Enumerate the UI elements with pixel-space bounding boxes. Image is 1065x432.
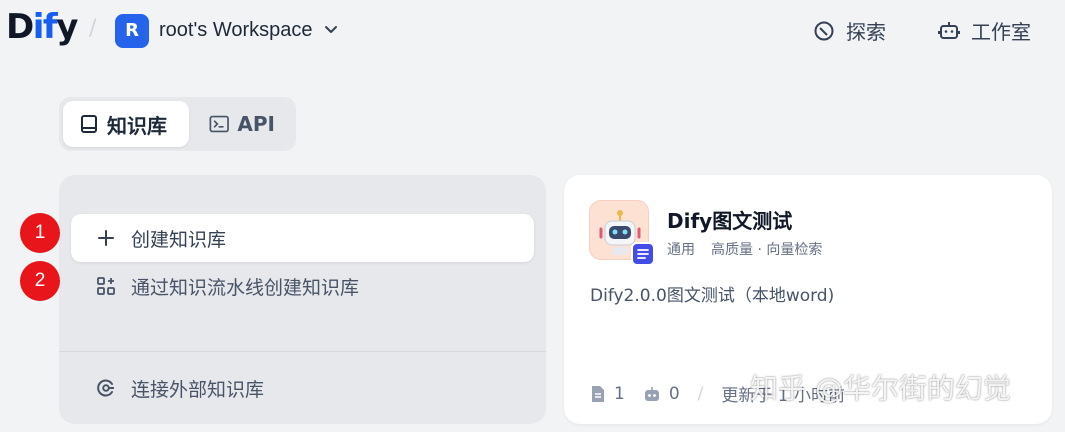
document-icon bbox=[592, 385, 604, 402]
tab-api[interactable]: API bbox=[193, 101, 291, 147]
connect-external-knowledge-button[interactable]: 连接外部知识库 bbox=[71, 364, 534, 412]
explore-icon bbox=[814, 21, 834, 40]
app-count: 0 bbox=[668, 383, 680, 404]
breadcrumb-separator: / bbox=[89, 16, 97, 41]
robot-icon bbox=[938, 21, 960, 39]
document-type-icon bbox=[631, 242, 655, 266]
chevron-down-icon[interactable] bbox=[323, 21, 339, 37]
create-knowledge-panel: 创建知识库 通过知识流水线创建知识库 连接外部知识库 bbox=[59, 175, 546, 424]
footer-separator: / bbox=[697, 383, 704, 404]
terminal-icon bbox=[209, 115, 229, 133]
connect-external-label: 连接外部知识库 bbox=[131, 378, 265, 401]
create-knowledge-button[interactable]: 创建知识库 bbox=[71, 214, 534, 262]
tab-knowledge-base-label: 知识库 bbox=[107, 113, 167, 138]
dataset-mode: 高质量 · 向量检索 bbox=[711, 242, 823, 258]
dataset-tag: 通用 bbox=[667, 242, 695, 258]
doc-count: 1 bbox=[614, 383, 625, 404]
tab-api-label: API bbox=[237, 112, 275, 136]
panel-divider bbox=[59, 351, 546, 352]
nav-studio[interactable]: 工作室 bbox=[937, 16, 1031, 45]
top-header: Dify / R root's Workspace 探索 工作室 bbox=[0, 0, 1065, 64]
workspace-avatar[interactable]: R bbox=[115, 14, 149, 48]
tab-knowledge-base[interactable]: 知识库 bbox=[63, 101, 189, 147]
workspace-name[interactable]: root's Workspace bbox=[159, 19, 313, 42]
annotation-badge: 2 bbox=[20, 261, 60, 301]
dataset-description: Dify2.0.0图文测试（本地word) bbox=[590, 286, 835, 306]
annotation-badge: 1 bbox=[20, 213, 60, 253]
nav-explore-label: 探索 bbox=[846, 20, 886, 44]
book-icon bbox=[81, 115, 97, 133]
plus-icon bbox=[98, 230, 114, 246]
create-from-pipeline-button[interactable]: 通过知识流水线创建知识库 bbox=[71, 262, 534, 310]
app-count-stat: 0 bbox=[643, 384, 680, 404]
dataset-tabs: 知识库 API bbox=[59, 97, 296, 151]
nav-studio-label: 工作室 bbox=[971, 20, 1031, 44]
dify-logo[interactable]: Dify bbox=[6, 7, 78, 47]
dataset-meta: 通用 高质量 · 向量检索 bbox=[667, 239, 822, 259]
robot-small-icon bbox=[644, 386, 659, 401]
watermark-text: 知乎 @华尔街的幻觉 bbox=[750, 372, 1011, 405]
doc-count-stat: 1 bbox=[590, 384, 625, 404]
nav-explore[interactable]: 探索 bbox=[812, 16, 886, 45]
external-link-icon bbox=[97, 379, 114, 397]
pipeline-icon bbox=[97, 277, 115, 295]
create-from-pipeline-label: 通过知识流水线创建知识库 bbox=[131, 276, 360, 299]
create-knowledge-label: 创建知识库 bbox=[131, 228, 227, 251]
dataset-title: Dify图文测试 bbox=[667, 209, 793, 233]
